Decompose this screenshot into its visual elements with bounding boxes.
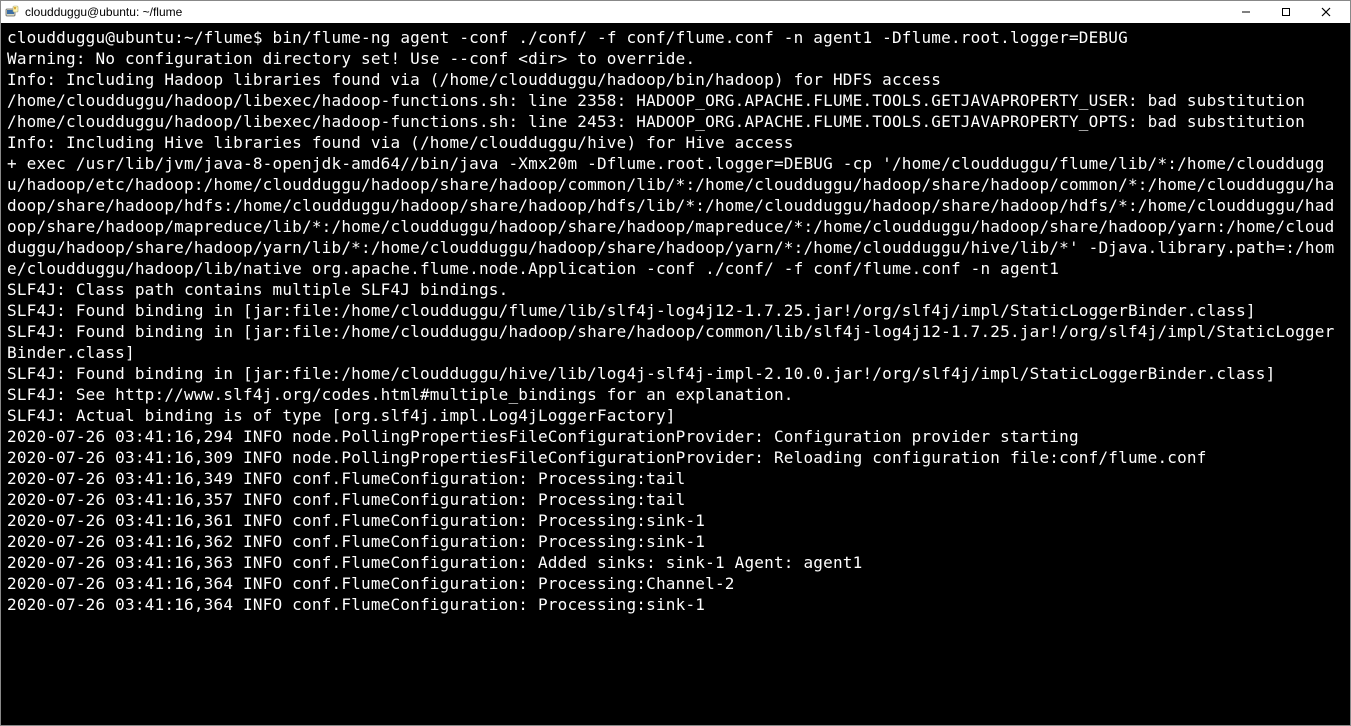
output-line: 2020-07-26 03:41:16,294 INFO node.Pollin… <box>7 427 1079 446</box>
output-line: 2020-07-26 03:41:16,364 INFO conf.FlumeC… <box>7 574 735 593</box>
output-line: SLF4J: Found binding in [jar:file:/home/… <box>7 322 1334 362</box>
output-line: 2020-07-26 03:41:16,364 INFO conf.FlumeC… <box>7 595 705 614</box>
output-line: Warning: No configuration directory set!… <box>7 49 695 68</box>
output-line: 2020-07-26 03:41:16,357 INFO conf.FlumeC… <box>7 490 685 509</box>
output-line: 2020-07-26 03:41:16,362 INFO conf.FlumeC… <box>7 532 705 551</box>
output-line: 2020-07-26 03:41:16,349 INFO conf.FlumeC… <box>7 469 685 488</box>
output-line: 2020-07-26 03:41:16,363 INFO conf.FlumeC… <box>7 553 862 572</box>
window-controls <box>1226 1 1346 23</box>
output-line: + exec /usr/lib/jvm/java-8-openjdk-amd64… <box>7 154 1334 278</box>
minimize-button[interactable] <box>1226 1 1266 23</box>
terminal-output[interactable]: cloudduggu@ubuntu:~/flume$ bin/flume-ng … <box>1 23 1350 725</box>
output-line: SLF4J: Class path contains multiple SLF4… <box>7 280 508 299</box>
close-button[interactable] <box>1306 1 1346 23</box>
output-line: SLF4J: Found binding in [jar:file:/home/… <box>7 301 1256 320</box>
output-line: 2020-07-26 03:41:16,361 INFO conf.FlumeC… <box>7 511 705 530</box>
output-line: SLF4J: See http://www.slf4j.org/codes.ht… <box>7 385 794 404</box>
output-line: Info: Including Hive libraries found via… <box>7 133 794 152</box>
shell-command: bin/flume-ng agent -conf ./conf/ -f conf… <box>273 28 1128 47</box>
titlebar[interactable]: cloudduggu@ubuntu: ~/flume <box>1 1 1350 23</box>
terminal-window: cloudduggu@ubuntu: ~/flume cloudduggu@ub… <box>0 0 1351 726</box>
output-line: SLF4J: Found binding in [jar:file:/home/… <box>7 364 1275 383</box>
window-title: cloudduggu@ubuntu: ~/flume <box>25 5 1226 19</box>
shell-prompt: cloudduggu@ubuntu:~/flume$ <box>7 28 263 47</box>
output-line: /home/cloudduggu/hadoop/libexec/hadoop-f… <box>7 91 1305 110</box>
output-line: Info: Including Hadoop libraries found v… <box>7 70 941 89</box>
output-line: 2020-07-26 03:41:16,309 INFO node.Pollin… <box>7 448 1207 467</box>
putty-icon <box>5 5 19 19</box>
maximize-button[interactable] <box>1266 1 1306 23</box>
output-line: SLF4J: Actual binding is of type [org.sl… <box>7 406 676 425</box>
output-line: /home/cloudduggu/hadoop/libexec/hadoop-f… <box>7 112 1305 131</box>
